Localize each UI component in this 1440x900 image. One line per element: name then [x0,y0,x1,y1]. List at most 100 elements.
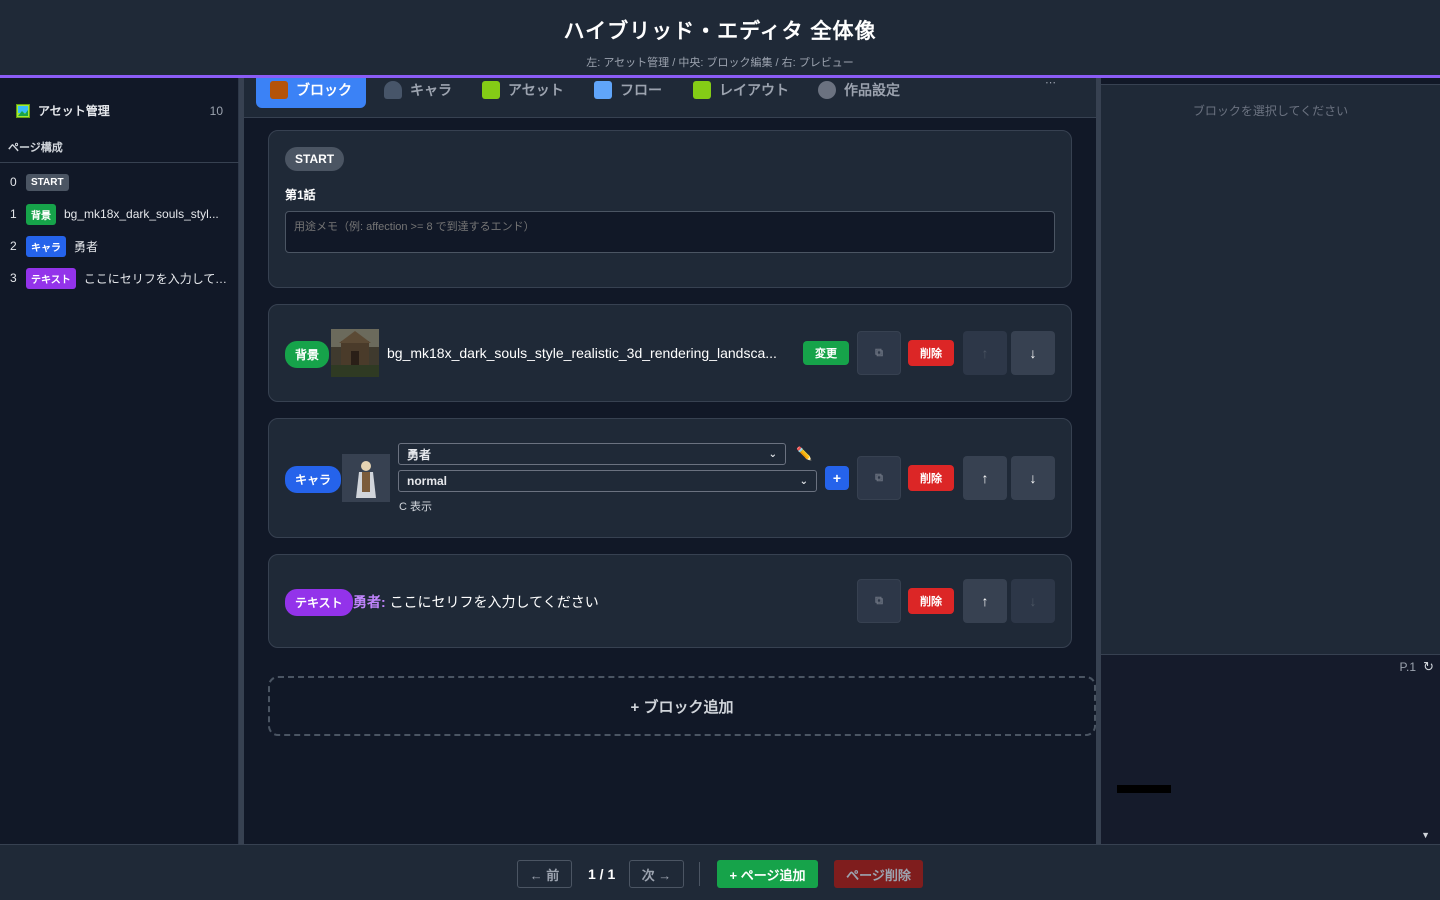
delete-page-button[interactable]: ページ削除 [834,860,923,888]
tab-label: レイアウト [719,82,789,98]
add-expression-button[interactable]: + [825,466,849,490]
asset-count: 10 [209,103,223,118]
move-up-button[interactable]: ↑ [963,456,1007,500]
dialogue-text: ここにセリフを入力してください [389,594,599,610]
chevron-down-icon: ⌄ [799,475,808,487]
character-tag: キャラ [285,466,342,493]
gear-icon [818,81,836,99]
copy-icon: ⧉ [875,471,883,484]
page-list-item[interactable]: 0 START [10,172,228,192]
text-tag: テキスト [26,267,76,289]
delete-button[interactable]: 削除 [908,588,954,614]
character-tag: キャラ [26,235,66,257]
block-inspector: ブロックを選択してください [1101,84,1440,654]
delete-button[interactable]: 削除 [908,340,954,366]
app-subtitle: 左: アセット管理 / 中央: ブロック編集 / 右: プレビュー [586,57,854,69]
app-header: ハイブリッド・エディタ 全体像 左: アセット管理 / 中央: ブロック編集 /… [0,0,1440,78]
picture-icon [16,103,30,118]
character-select[interactable]: 勇者 ⌄ [398,443,786,465]
prev-page-button[interactable]: ← 前 [517,860,572,888]
episode-title: 第1話 [285,188,316,202]
brick-icon [270,81,288,99]
text-block: テキスト 勇者: ここにセリフを入力してください ⧉ 削除 ↑ ↓ [268,554,1072,648]
picture-icon [482,81,500,99]
page-index: 0 [10,175,17,189]
preview-page-label: P.1 [1399,660,1416,674]
selected-expression: normal [407,474,448,488]
move-down-button[interactable]: ↓ [1011,456,1055,500]
shuffle-icon [594,81,612,99]
add-page-button[interactable]: + ページ追加 [717,860,818,888]
page-navigation-bar: ← 前 1 / 1 次 → + ページ追加 ページ削除 [0,844,1440,900]
move-down-button[interactable]: ↓ [1011,331,1055,375]
memo-field[interactable] [285,211,1055,253]
tab-label: キャラ [410,82,452,98]
page-list-item[interactable]: 2 キャラ 勇者 [10,235,228,257]
duplicate-button[interactable]: ⧉ [857,579,901,623]
page-item-text: ここにセリフを入力してく... [83,271,228,286]
scroll-down-icon[interactable]: ▼ [1421,830,1430,840]
arrow-down-icon: ↓ [1029,470,1037,486]
delete-button[interactable]: 削除 [908,465,954,491]
preview-pane: P.1 ↻ ▼ [1101,654,1440,844]
divider [699,862,700,886]
change-button[interactable]: 変更 [803,341,849,365]
arrow-up-icon: ↑ [981,470,989,486]
copy-icon: ⧉ [875,346,883,359]
move-up-button[interactable]: ↑ [963,331,1007,375]
right-panel: ブロックを選択してください P.1 ↻ ▼ [1096,60,1440,844]
reload-icon[interactable]: ↻ [1423,659,1434,675]
page-index: 2 [10,239,17,253]
selected-character: 勇者 [407,447,432,462]
page-item-text: bg_mk18x_dark_souls_styl... [64,207,219,221]
page-item-text: 勇者 [74,239,99,254]
start-pill: START [285,147,345,171]
start-tag: START [26,173,69,191]
add-block-button[interactable]: + ブロック追加 [268,676,1096,736]
page-indicator: 1 / 1 [588,866,616,882]
background-thumbnail [331,329,379,377]
move-up-button[interactable]: ↑ [963,579,1007,623]
background-block: 背景 bg_mk18x_dark_souls_style_realistic_3… [268,304,1072,402]
page-list-item[interactable]: 3 テキスト ここにセリフを入力してく... [10,267,228,289]
person-icon [384,81,402,99]
dialogue-line[interactable]: 勇者: ここにセリフを入力してください [353,592,599,612]
preview-dialogue-bar [1117,785,1171,793]
tab-label: フロー [620,82,662,98]
character-block: キャラ 勇者 ⌄ ✏️ normal ⌄ + C 表示 ⧉ 削除 ↑ ↓ [268,418,1072,538]
chevron-down-icon: ⌄ [768,448,777,460]
duplicate-button[interactable]: ⧉ [857,331,901,375]
tab-label: アセット [508,82,564,98]
block-editor: ブロック キャラ アセット フロー レイアウト 作品設定 ⋯ START 第1話 [244,60,1096,844]
tab-label: ブロック [296,82,352,98]
background-filename: bg_mk18x_dark_souls_style_realistic_3d_r… [387,345,777,361]
move-down-button[interactable]: ↓ [1011,579,1055,623]
position-note: C 表示 [399,501,432,513]
app-title: ハイブリッド・エディタ 全体像 [563,20,877,43]
start-block: START 第1話 [268,130,1072,288]
sidebar-item-label: アセット管理 [38,104,110,118]
arrow-up-icon: ↑ [981,345,989,361]
expression-select[interactable]: normal ⌄ [398,470,817,492]
arrow-up-icon: ↑ [981,593,989,609]
copy-icon: ⧉ [875,594,883,607]
left-sidebar: アセット管理 10 ページ構成 0 START 1 背景 bg_mk18x_da… [0,60,239,844]
duplicate-button[interactable]: ⧉ [857,456,901,500]
background-tag: 背景 [285,341,330,368]
page-list-heading: ページ構成 [0,139,239,163]
next-page-button[interactable]: 次 → [629,860,684,888]
page-list-item[interactable]: 1 背景 bg_mk18x_dark_souls_styl... [10,203,228,225]
page-index: 1 [10,207,17,221]
tab-label: 作品設定 [844,82,900,98]
arrow-down-icon: ↓ [1029,345,1037,361]
pencil-icon[interactable]: ✏️ [796,446,812,462]
background-tag: 背景 [26,203,56,225]
inspector-empty-message: ブロックを選択してください [1192,104,1349,118]
speaker-name: 勇者: [353,594,386,610]
arrow-down-icon: ↓ [1029,593,1037,609]
text-tag: テキスト [285,589,353,616]
character-thumbnail [342,454,390,502]
picture-icon [693,81,711,99]
sidebar-item-asset-management[interactable]: アセット管理 10 [16,102,223,119]
page-index: 3 [10,271,17,285]
